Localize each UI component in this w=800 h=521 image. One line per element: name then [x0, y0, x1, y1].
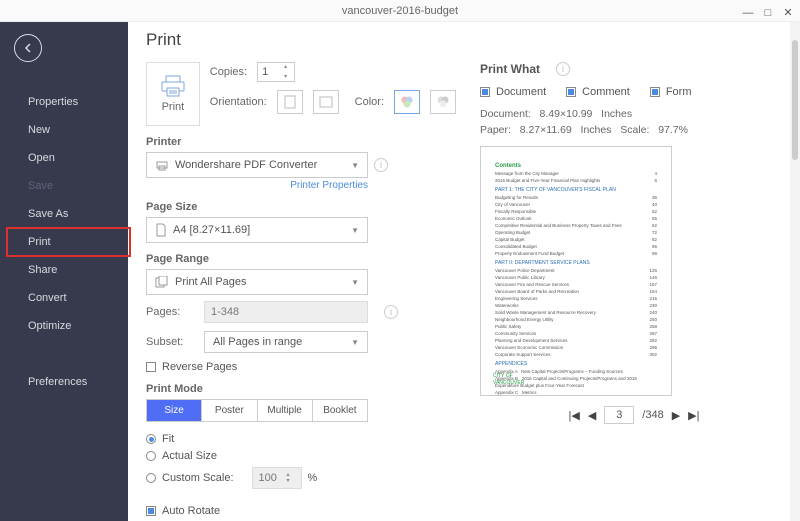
radio-custom-label: Custom Scale:	[162, 472, 234, 484]
back-button[interactable]	[14, 34, 42, 62]
reverse-pages-label: Reverse Pages	[162, 361, 237, 373]
doc-dim-unit: Inches	[601, 108, 632, 120]
pager-current-input[interactable]: 3	[604, 406, 634, 424]
scale-value: 97.7%	[658, 124, 688, 136]
print-form-label: Form	[666, 86, 692, 98]
sidebar-item-new[interactable]: New	[0, 116, 128, 144]
tab-booklet[interactable]: Booklet	[313, 400, 367, 421]
grayscale-button[interactable]	[430, 90, 456, 114]
printer-small-icon	[155, 159, 169, 171]
print-mode-tabs: Size Poster Multiple Booklet	[146, 399, 368, 422]
pages-label: Pages:	[146, 306, 194, 318]
print-comment-label: Comment	[582, 86, 630, 98]
copies-value: 1	[262, 66, 268, 78]
preview-appendices: APPENDICES	[495, 361, 657, 368]
radio-fit-label: Fit	[162, 433, 174, 445]
page-size-dropdown[interactable]: A4 [8.27×11.69] ▼	[146, 217, 368, 243]
radio-actual[interactable]	[146, 451, 156, 461]
print-icon-label: Print	[162, 101, 185, 113]
paper-value: 8.27×11.69	[520, 124, 572, 136]
print-preview-icon-box: Print	[146, 62, 200, 126]
sidebar-item-save: Save	[0, 172, 128, 200]
sidebar-item-optimize[interactable]: Optimize	[0, 312, 128, 340]
page-preview: Contents Message from the City Manager4 …	[480, 146, 672, 396]
page-range-dropdown[interactable]: Print All Pages ▼	[146, 269, 368, 295]
printer-info-icon[interactable]: i	[374, 158, 388, 172]
sidebar-item-preferences[interactable]: Preferences	[0, 368, 128, 396]
radio-fit[interactable]	[146, 434, 156, 444]
custom-scale-input[interactable]: 100▴▾	[252, 467, 302, 489]
sidebar-item-share[interactable]: Share	[0, 256, 128, 284]
page-icon	[155, 223, 167, 237]
window-title: vancouver-2016-budget	[342, 5, 458, 17]
page-range-heading: Page Range	[146, 253, 456, 265]
subset-value: All Pages in range	[213, 336, 302, 348]
print-document-checkbox[interactable]	[480, 87, 490, 97]
pager-prev-icon[interactable]: ◀	[588, 409, 596, 422]
color-label: Color:	[355, 96, 384, 108]
reverse-pages-checkbox[interactable]	[146, 362, 156, 372]
copies-label: Copies:	[210, 66, 247, 78]
close-icon[interactable]: ✕	[782, 2, 794, 24]
printer-selected: Wondershare PDF Converter	[175, 159, 317, 171]
preview-section1: PART 1: THE CITY OF VANCOUVER'S FISCAL P…	[495, 187, 657, 194]
sidebar-item-save-as[interactable]: Save As	[0, 200, 128, 228]
sidebar-item-properties[interactable]: Properties	[0, 88, 128, 116]
print-comment-checkbox[interactable]	[566, 87, 576, 97]
print-what-heading: Print What	[480, 62, 540, 76]
sidebar-item-print[interactable]: Print	[0, 228, 128, 256]
subset-label: Subset:	[146, 336, 194, 348]
sidebar-item-open[interactable]: Open	[0, 144, 128, 172]
orientation-landscape-button[interactable]	[313, 90, 339, 114]
pager-next-icon[interactable]: ▶	[672, 409, 680, 422]
custom-scale-unit: %	[308, 472, 318, 484]
subset-dropdown[interactable]: All Pages in range ▼	[204, 331, 368, 353]
page-range-selected: Print All Pages	[175, 276, 247, 288]
pager: |◀ ◀ 3 /348 ▶ ▶|	[480, 406, 788, 424]
printer-icon	[160, 75, 186, 97]
print-form-checkbox[interactable]	[650, 87, 660, 97]
pages-input[interactable]: 1-348	[204, 301, 368, 323]
printer-dropdown[interactable]: Wondershare PDF Converter ▼	[146, 152, 368, 178]
tab-poster[interactable]: Poster	[202, 400, 257, 421]
maximize-icon[interactable]: □	[762, 2, 774, 24]
auto-rotate-checkbox[interactable]	[146, 506, 156, 516]
minimize-icon[interactable]: —	[742, 2, 754, 24]
orientation-label: Orientation:	[210, 96, 267, 108]
scale-label: Scale:	[620, 124, 649, 136]
pager-first-icon[interactable]: |◀	[568, 409, 579, 422]
tab-multiple[interactable]: Multiple	[258, 400, 313, 421]
paper-unit: Inches	[581, 124, 612, 136]
pager-last-icon[interactable]: ▶|	[688, 409, 699, 422]
pages-info-icon[interactable]: i	[384, 305, 398, 319]
preview-contents-title: Contents	[495, 163, 657, 170]
preview-section2: PART II: DEPARTMENT SERVICE PLANS	[495, 260, 657, 267]
page-title: Print	[146, 30, 788, 50]
doc-dim-value: 8.49×10.99	[540, 108, 593, 120]
printer-heading: Printer	[146, 136, 456, 148]
pages-icon	[155, 276, 169, 288]
sidebar-item-convert[interactable]: Convert	[0, 284, 128, 312]
page-size-heading: Page Size	[146, 201, 456, 213]
print-mode-heading: Print Mode	[146, 383, 456, 395]
radio-custom[interactable]	[146, 473, 156, 483]
sidebar: Properties New Open Save Save As Print S…	[0, 22, 128, 521]
doc-dim-label: Document:	[480, 108, 531, 120]
copies-input[interactable]: 1 ▴▾	[257, 62, 295, 82]
print-what-info-icon[interactable]: i	[556, 62, 570, 76]
main-content: Print Print Copies: 1 ▴▾	[128, 22, 800, 521]
radio-actual-label: Actual Size	[162, 450, 217, 462]
scrollbar[interactable]	[790, 22, 800, 521]
color-button[interactable]	[394, 90, 420, 114]
paper-label: Paper:	[480, 124, 511, 136]
auto-rotate-label: Auto Rotate	[162, 505, 220, 517]
page-size-selected: A4 [8.27×11.69]	[173, 224, 250, 236]
printer-properties-link[interactable]: Printer Properties	[146, 180, 368, 191]
print-document-label: Document	[496, 86, 546, 98]
tab-size[interactable]: Size	[147, 400, 202, 421]
pager-total: /348	[642, 409, 663, 421]
orientation-portrait-button[interactable]	[277, 90, 303, 114]
